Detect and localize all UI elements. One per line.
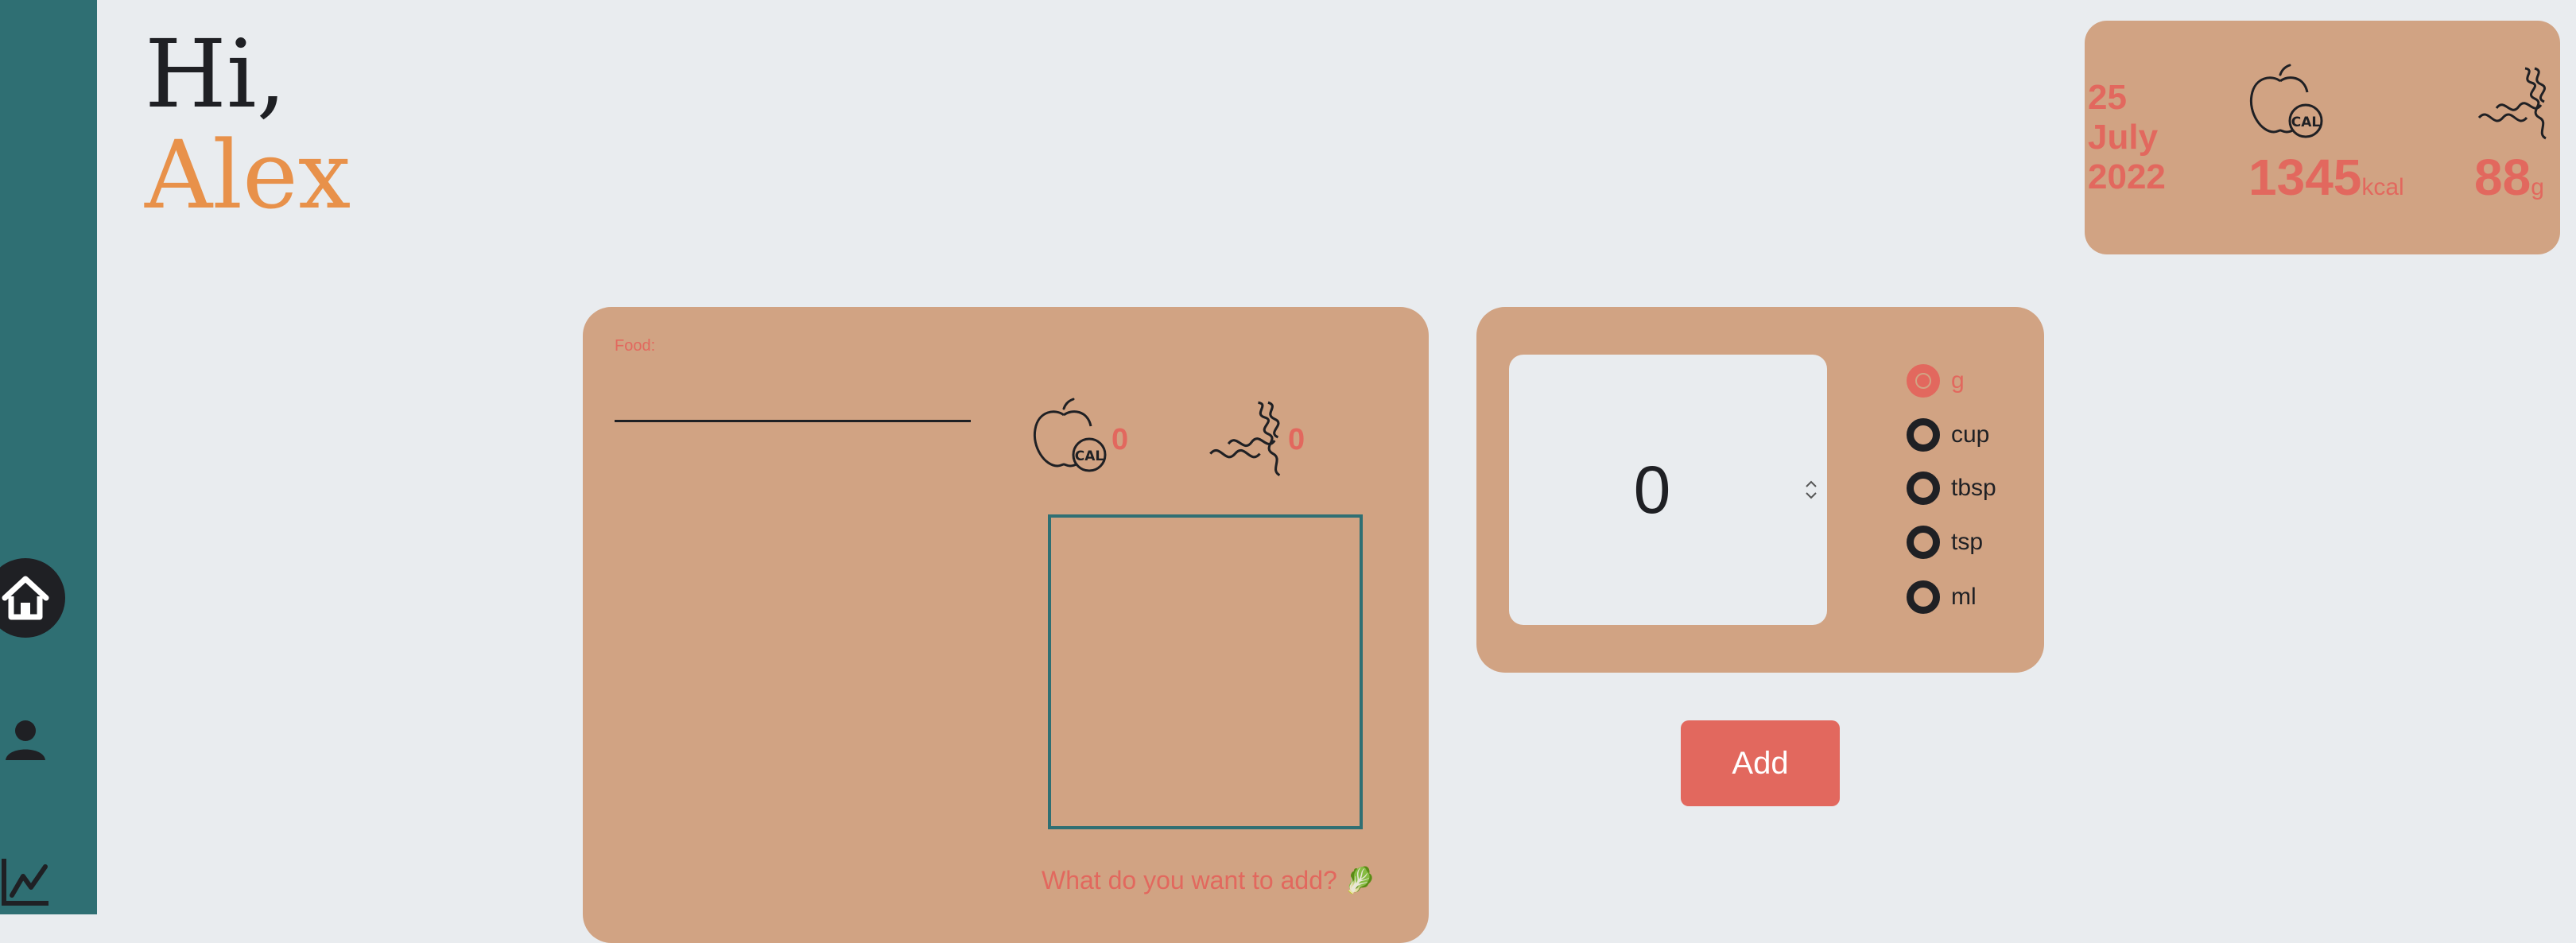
unit-option-tsp[interactable]: tsp <box>1907 525 1983 560</box>
calorie-apple-icon: CAL <box>2242 64 2330 151</box>
unit-radio-tbsp[interactable] <box>1907 472 1940 505</box>
greeting: Hi, Alex <box>145 19 351 231</box>
sidebar <box>0 0 97 914</box>
quantity-value[interactable]: 0 <box>1509 355 1795 625</box>
unit-radio-ml[interactable] <box>1907 580 1940 614</box>
summary-calories-unit: kcal <box>2361 174 2404 200</box>
unit-radio-g[interactable] <box>1907 364 1940 398</box>
unit-label: cup <box>1951 421 1990 448</box>
calorie-apple-icon: CAL <box>1026 398 1113 485</box>
stepper-arrows-icon[interactable] <box>1803 474 1819 506</box>
unit-label: tsp <box>1951 529 1984 555</box>
summary-calories-value: 1345 <box>2248 149 2362 206</box>
user-icon <box>6 720 45 760</box>
summary-date-year: 2022 <box>2088 157 2166 196</box>
unit-option-cup[interactable]: cup <box>1907 417 1989 452</box>
food-prompt: What do you want to add? 🥬 <box>1042 866 1376 894</box>
summary-date-month: July <box>2088 118 2159 157</box>
greeting-user-name: Alex <box>145 120 351 231</box>
summary-protein: 88g <box>2474 148 2544 207</box>
nav-profile[interactable] <box>2 716 49 763</box>
unit-label: ml <box>1951 584 1977 610</box>
summary-protein-value: 88 <box>2474 149 2531 206</box>
unit-radio-cup[interactable] <box>1907 418 1940 452</box>
unit-option-ml[interactable]: ml <box>1907 580 1977 615</box>
unit-label: g <box>1951 367 1965 394</box>
summary-protein-unit: g <box>2531 174 2544 200</box>
food-input[interactable] <box>615 374 971 422</box>
protein-helix-icon <box>1204 396 1291 483</box>
summary-date-day: 25 <box>2088 78 2127 117</box>
svg-text:CAL: CAL <box>1075 448 1104 464</box>
summary-calories: 1345kcal <box>2248 148 2404 207</box>
protein-helix-icon <box>2473 62 2557 146</box>
unit-option-tbsp[interactable]: tbsp <box>1907 471 1996 506</box>
food-label: Food: <box>615 337 656 355</box>
nav-home[interactable] <box>0 558 65 638</box>
summary-date: 25 July 2022 <box>2088 78 2199 197</box>
food-calories-value: 0 <box>1111 423 1129 456</box>
unit-label: tbsp <box>1951 475 1996 501</box>
food-results-box[interactable] <box>1048 514 1363 829</box>
food-protein-value: 0 <box>1288 423 1305 456</box>
chart-icon <box>2 859 48 906</box>
unit-radio-tsp[interactable] <box>1907 526 1940 559</box>
greeting-hi: Hi, <box>145 19 287 129</box>
home-icon <box>2 576 49 620</box>
quantity-stepper[interactable]: 0 <box>1509 355 1827 625</box>
svg-text:CAL: CAL <box>2291 114 2321 130</box>
unit-option-g[interactable]: g <box>1907 363 1965 398</box>
nav-statistics[interactable] <box>0 855 52 907</box>
add-button[interactable]: Add <box>1681 720 1840 806</box>
